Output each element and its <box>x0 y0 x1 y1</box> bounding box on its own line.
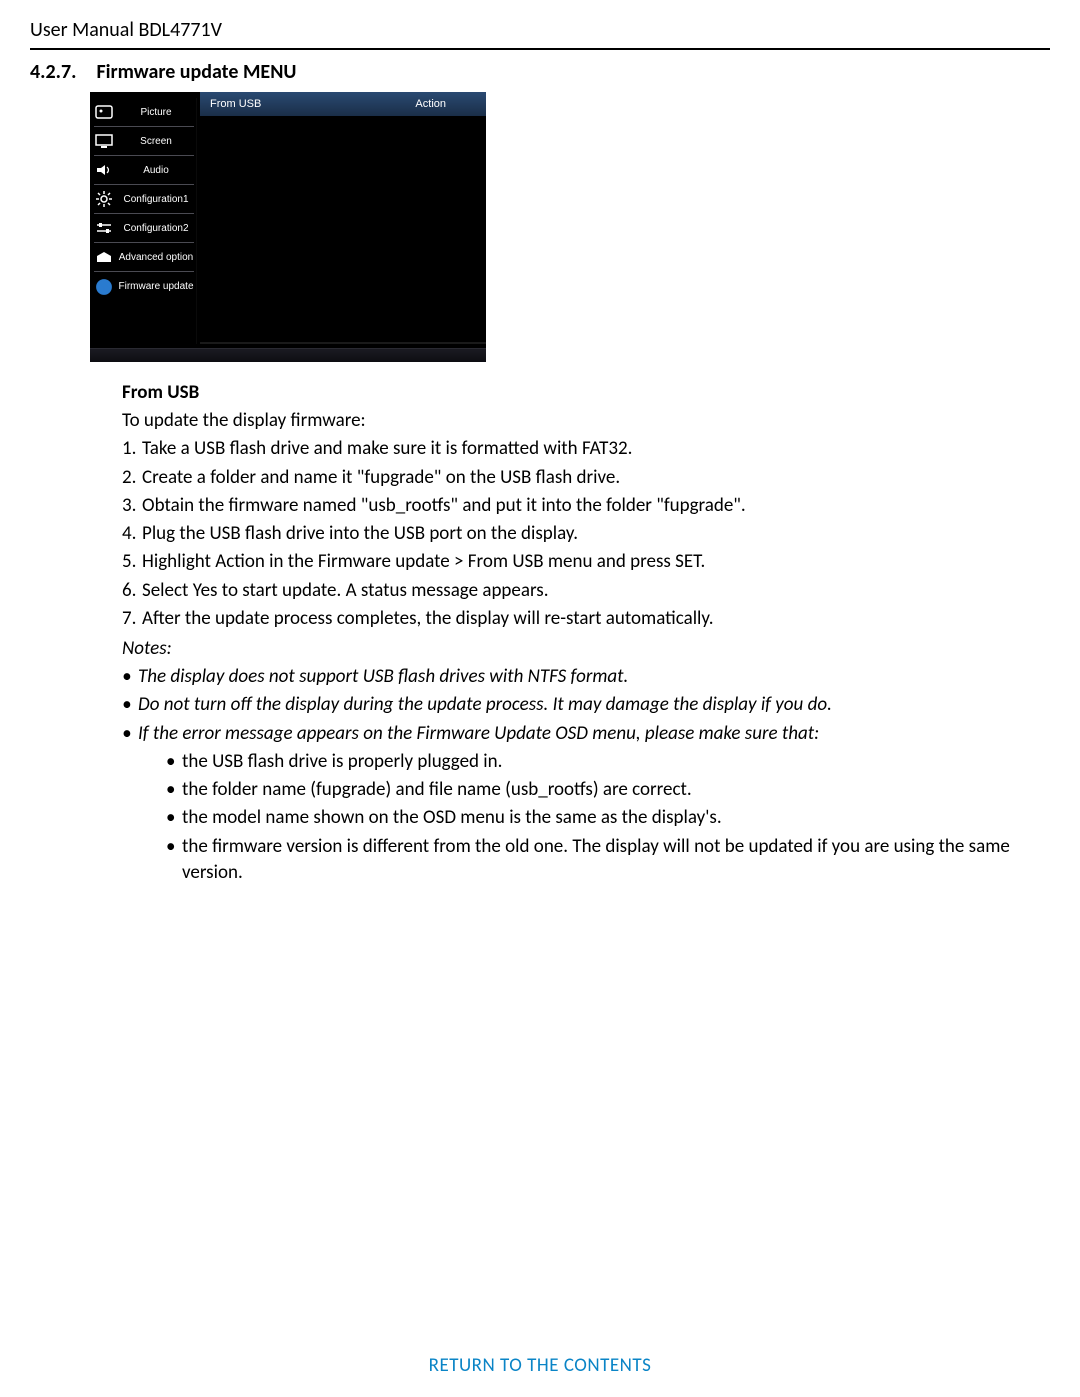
osd-item-config1: Configuration1 <box>94 185 194 214</box>
section-heading: 4.2.7. Firmware update MENU <box>30 60 1050 84</box>
osd-item-screen: Screen <box>94 127 194 156</box>
osd-item-firmware-update: Firmware update <box>94 272 194 301</box>
list-item: •the model name shown on the OSD menu is… <box>166 805 1050 831</box>
subheading-from-usb: From USB <box>122 380 1050 406</box>
list-item: •The display does not support USB flash … <box>122 664 1050 690</box>
list-item: 3.Obtain the firmware named "usb_rootfs"… <box>122 493 1050 519</box>
osd-main-header: From USB Action <box>200 92 486 116</box>
list-item: •If the error message appears on the Fir… <box>122 721 1050 747</box>
advanced-icon <box>94 247 114 267</box>
screen-icon <box>94 131 114 151</box>
audio-icon <box>94 160 114 180</box>
osd-sidebar: Picture Screen Audio Configuration1 Conf… <box>94 98 194 301</box>
notes-list: •The display does not support USB flash … <box>122 664 1050 747</box>
list-item: 7.After the update process completes, th… <box>122 606 1050 632</box>
osd-label: Picture <box>118 107 194 118</box>
picture-icon <box>94 102 114 122</box>
osd-item-audio: Audio <box>94 156 194 185</box>
list-item: 5.Highlight Action in the Firmware updat… <box>122 549 1050 575</box>
osd-main-panel: From USB Action <box>200 92 486 344</box>
return-to-contents-link[interactable]: RETURN TO THE CONTENTS <box>0 1354 1080 1377</box>
sliders-icon <box>94 218 114 238</box>
intro-text: To update the display firmware: <box>122 408 1050 434</box>
osd-label: Audio <box>118 165 194 176</box>
content-body: From USB To update the display firmware:… <box>122 380 1050 886</box>
osd-item-picture: Picture <box>94 98 194 127</box>
osd-label: Advanced option <box>118 252 194 263</box>
osd-label: Configuration1 <box>118 194 194 205</box>
list-item: •the USB flash drive is properly plugged… <box>166 749 1050 775</box>
osd-item-advanced: Advanced option <box>94 243 194 272</box>
list-item: 6.Select Yes to start update. A status m… <box>122 578 1050 604</box>
update-icon <box>94 277 114 297</box>
gear-icon <box>94 189 114 209</box>
osd-bottom-bar <box>90 348 486 362</box>
osd-screenshot: Picture Screen Audio Configuration1 Conf… <box>90 92 486 362</box>
list-item: 4.Plug the USB flash drive into the USB … <box>122 521 1050 547</box>
steps-list: 1.Take a USB flash drive and make sure i… <box>122 436 1050 632</box>
list-item: •the folder name (fupgrade) and file nam… <box>166 777 1050 803</box>
section-title: Firmware update MENU <box>96 60 296 84</box>
subnotes-list: •the USB flash drive is properly plugged… <box>166 749 1050 886</box>
list-item: 1.Take a USB flash drive and make sure i… <box>122 436 1050 462</box>
list-item: 2.Create a folder and name it "fupgrade"… <box>122 465 1050 491</box>
osd-label: Firmware update <box>118 281 194 292</box>
osd-item-config2: Configuration2 <box>94 214 194 243</box>
osd-main-right: Action <box>415 98 446 110</box>
osd-label: Screen <box>118 136 194 147</box>
osd-main-left: From USB <box>210 98 261 110</box>
notes-label: Notes: <box>122 636 1050 662</box>
list-item: •Do not turn off the display during the … <box>122 692 1050 718</box>
osd-label: Configuration2 <box>118 223 194 234</box>
list-item: •the firmware version is different from … <box>166 834 1050 886</box>
page-header: User Manual BDL4771V <box>30 18 1050 50</box>
section-number: 4.2.7. <box>30 60 76 84</box>
osd-separator <box>196 98 197 344</box>
